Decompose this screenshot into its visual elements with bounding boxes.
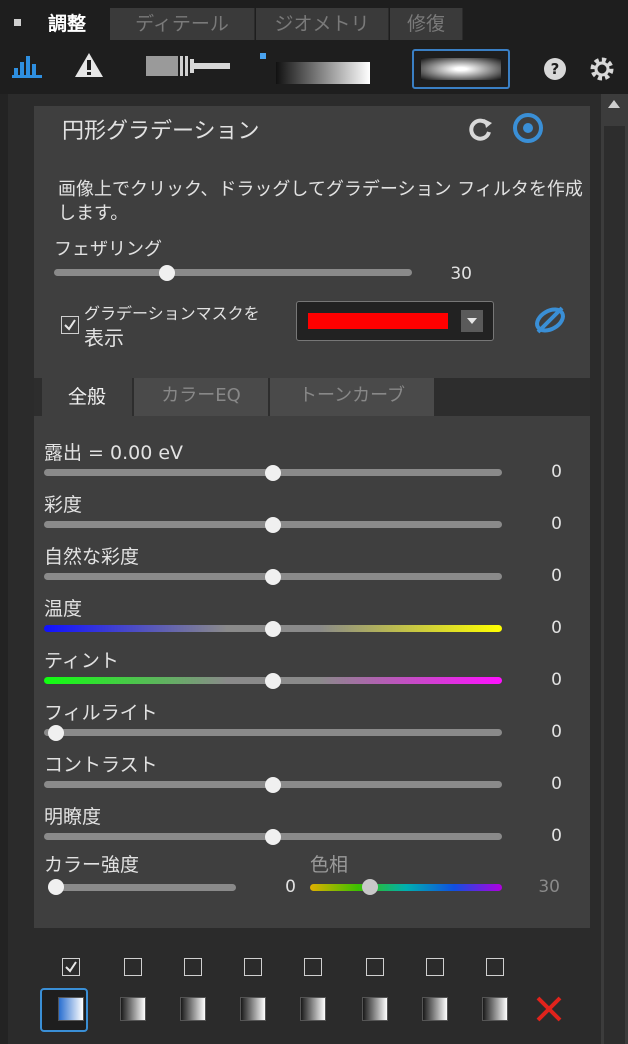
slider-thumb[interactable] [265, 569, 281, 585]
preset-checkbox[interactable] [426, 958, 444, 976]
slider-label: 明瞭度 [44, 806, 102, 828]
slider-label: 自然な彩度 [44, 546, 140, 568]
slider-value: 0 [551, 618, 562, 638]
checkmark-icon [65, 961, 77, 973]
slider-thumb[interactable] [265, 777, 281, 793]
radial-gradient-panel [34, 106, 590, 928]
hue-value: 30 [538, 877, 560, 897]
slider-label: 温度 [44, 598, 83, 620]
subtab-color-eq[interactable]: カラーEQ [134, 378, 268, 416]
graduated-filter-icon[interactable] [146, 56, 230, 76]
subtab-tone-curve[interactable]: トーンカーブ [270, 378, 434, 416]
description-text: 画像上でクリック、ドラッグしてグラデーション フィルタを作成します。 [58, 179, 583, 224]
preset-swatch[interactable] [180, 997, 206, 1021]
preset-checkbox[interactable] [244, 958, 262, 976]
linear-gradient-indicator [260, 53, 266, 59]
linear-gradient-icon[interactable] [276, 62, 370, 84]
tab-adjust[interactable]: 調整 [26, 8, 108, 40]
show-mask-checkbox[interactable] [61, 316, 79, 334]
slider-value: 0 [551, 670, 562, 690]
color-picker-icon[interactable] [532, 304, 568, 336]
slider-value: 0 [551, 826, 562, 846]
svg-text:?: ? [551, 60, 560, 78]
hue-slider-thumb[interactable] [362, 879, 378, 895]
preset-checkbox[interactable] [62, 958, 80, 976]
feather-label: フェザリング [54, 239, 162, 260]
left-edge [0, 94, 8, 1044]
slider-value: 0 [551, 462, 562, 482]
toggle-enable-icon[interactable] [512, 112, 544, 144]
slider-value: 0 [551, 566, 562, 586]
active-tab-indicator [14, 19, 21, 26]
preset-checkbox[interactable] [486, 958, 504, 976]
help-icon[interactable]: ? [543, 57, 567, 81]
slider-value: 0 [551, 514, 562, 534]
slider-thumb[interactable] [265, 517, 281, 533]
slider-label: フィルライト [44, 702, 158, 724]
scrollbar-thumb[interactable] [604, 126, 625, 1044]
slider-thumb[interactable] [265, 621, 281, 637]
preset-checkbox[interactable] [184, 958, 202, 976]
feather-value: 30 [450, 264, 472, 284]
preset-checkbox[interactable] [366, 958, 384, 976]
subtab-general[interactable]: 全般 [42, 378, 132, 416]
hue-slider[interactable] [310, 884, 502, 891]
tab-geometry[interactable]: ジオメトリ [256, 8, 389, 40]
mask-color-dropdown[interactable] [296, 301, 494, 341]
checkmark-icon [64, 319, 76, 331]
slider-thumb[interactable] [265, 465, 281, 481]
show-mask-label-line1: グラデーションマスクを [84, 304, 260, 323]
slider-label: ティント [44, 650, 119, 672]
preset-swatch[interactable] [58, 997, 84, 1021]
slider-label: コントラスト [44, 754, 158, 776]
color-strength-label: カラー強度 [44, 854, 140, 876]
slider-thumb[interactable] [48, 725, 64, 741]
histogram-icon[interactable] [12, 52, 44, 78]
radial-gradient-icon [421, 58, 501, 80]
adjustment-slider[interactable] [44, 729, 502, 736]
preset-swatch[interactable] [240, 997, 266, 1021]
preset-swatch[interactable] [482, 997, 508, 1021]
gear-icon[interactable] [588, 55, 616, 83]
preset-swatch[interactable] [362, 997, 388, 1021]
show-mask-label-line2: 表示 [84, 326, 124, 350]
mask-color-swatch [308, 313, 448, 329]
color-strength-value: 0 [285, 877, 296, 897]
toolbar: ? [0, 40, 628, 94]
slider-thumb[interactable] [265, 673, 281, 689]
color-strength-slider[interactable] [48, 884, 236, 891]
preset-checkbox[interactable] [124, 958, 142, 976]
color-strength-slider-thumb[interactable] [48, 879, 64, 895]
slider-value: 0 [551, 722, 562, 742]
tab-repair[interactable]: 修復 [390, 8, 463, 40]
preset-checkbox[interactable] [304, 958, 322, 976]
preset-swatch[interactable] [422, 997, 448, 1021]
slider-value: 0 [551, 774, 562, 794]
feather-slider[interactable] [54, 269, 412, 276]
preset-swatch[interactable] [300, 997, 326, 1021]
warning-icon[interactable] [74, 52, 104, 78]
delete-icon[interactable] [534, 994, 564, 1024]
scroll-up-icon[interactable] [606, 98, 622, 110]
radial-gradient-button[interactable] [412, 49, 510, 89]
reset-icon[interactable] [466, 115, 494, 143]
top-tab-bar: 調整 ディテール ジオメトリ 修復 [0, 0, 628, 40]
feather-slider-thumb[interactable] [159, 265, 175, 281]
slider-label: 彩度 [44, 494, 83, 516]
panel-title: 円形グラデーション [62, 119, 260, 144]
chevron-down-icon [461, 310, 483, 332]
hue-label: 色相 [310, 854, 349, 876]
slider-thumb[interactable] [265, 829, 281, 845]
slider-label: 露出 = 0.00 eV [44, 442, 184, 464]
tab-detail[interactable]: ディテール [110, 8, 255, 40]
preset-swatch[interactable] [120, 997, 146, 1021]
